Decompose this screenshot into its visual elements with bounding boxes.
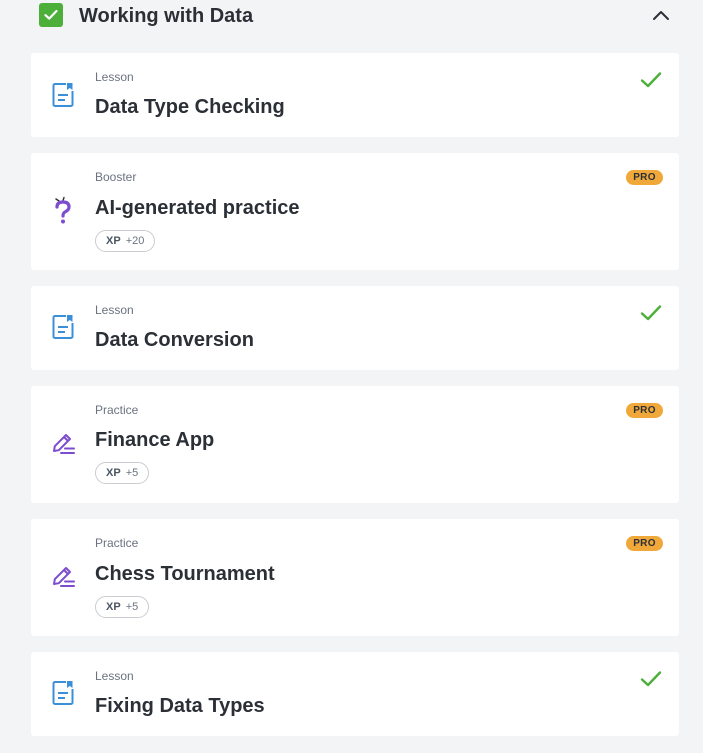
checkmark-icon bbox=[44, 9, 58, 20]
practice-card[interactable]: Practice Chess Tournament XP +5 PRO bbox=[31, 519, 679, 636]
booster-card[interactable]: Booster AI-generated practice XP +20 PRO bbox=[31, 153, 679, 270]
xp-label: XP bbox=[106, 601, 121, 613]
section-header[interactable]: Working with Data bbox=[0, 0, 703, 32]
item-title[interactable]: Chess Tournament bbox=[95, 562, 275, 586]
lesson-document-icon bbox=[51, 679, 75, 707]
xp-value: +5 bbox=[125, 601, 139, 613]
xp-badge: XP +5 bbox=[95, 462, 150, 484]
chevron-up-icon bbox=[653, 11, 669, 20]
completed-checkmark-icon bbox=[640, 305, 662, 321]
question-mark-icon bbox=[51, 196, 75, 225]
pro-badge: PRO bbox=[626, 403, 663, 418]
pencil-icon bbox=[51, 562, 75, 590]
item-title[interactable]: Finance App bbox=[95, 428, 214, 452]
item-title[interactable]: Data Type Checking bbox=[95, 95, 285, 119]
item-title[interactable]: AI-generated practice bbox=[95, 196, 300, 220]
xp-badge: XP +20 bbox=[95, 230, 156, 252]
pro-badge: PRO bbox=[626, 170, 663, 185]
item-type-label: Practice bbox=[95, 403, 139, 417]
lesson-card[interactable]: Lesson Fixing Data Types bbox=[31, 652, 679, 736]
xp-label: XP bbox=[106, 235, 121, 247]
item-type-label: Booster bbox=[95, 170, 137, 184]
item-type-label: Lesson bbox=[95, 70, 134, 84]
pencil-icon bbox=[51, 429, 75, 457]
xp-value: +5 bbox=[125, 467, 139, 479]
completed-checkmark-icon bbox=[640, 72, 662, 88]
xp-value: +20 bbox=[125, 235, 145, 247]
lesson-document-icon bbox=[51, 81, 75, 109]
collapse-button[interactable] bbox=[650, 5, 672, 25]
xp-badge: XP +5 bbox=[95, 596, 150, 618]
lesson-card[interactable]: Lesson Data Type Checking bbox=[31, 53, 679, 137]
item-type-label: Lesson bbox=[95, 669, 134, 683]
lesson-card[interactable]: Lesson Data Conversion bbox=[31, 286, 679, 370]
practice-card[interactable]: Practice Finance App XP +5 PRO bbox=[31, 386, 679, 503]
section-title: Working with Data bbox=[79, 5, 254, 27]
xp-label: XP bbox=[106, 467, 121, 479]
item-type-label: Practice bbox=[95, 536, 139, 550]
pro-badge: PRO bbox=[626, 536, 663, 551]
section-completed-checkbox bbox=[39, 3, 63, 27]
item-title[interactable]: Fixing Data Types bbox=[95, 694, 265, 718]
item-title[interactable]: Data Conversion bbox=[95, 328, 254, 352]
item-type-label: Lesson bbox=[95, 303, 134, 317]
completed-checkmark-icon bbox=[640, 671, 662, 687]
lesson-document-icon bbox=[51, 313, 75, 341]
